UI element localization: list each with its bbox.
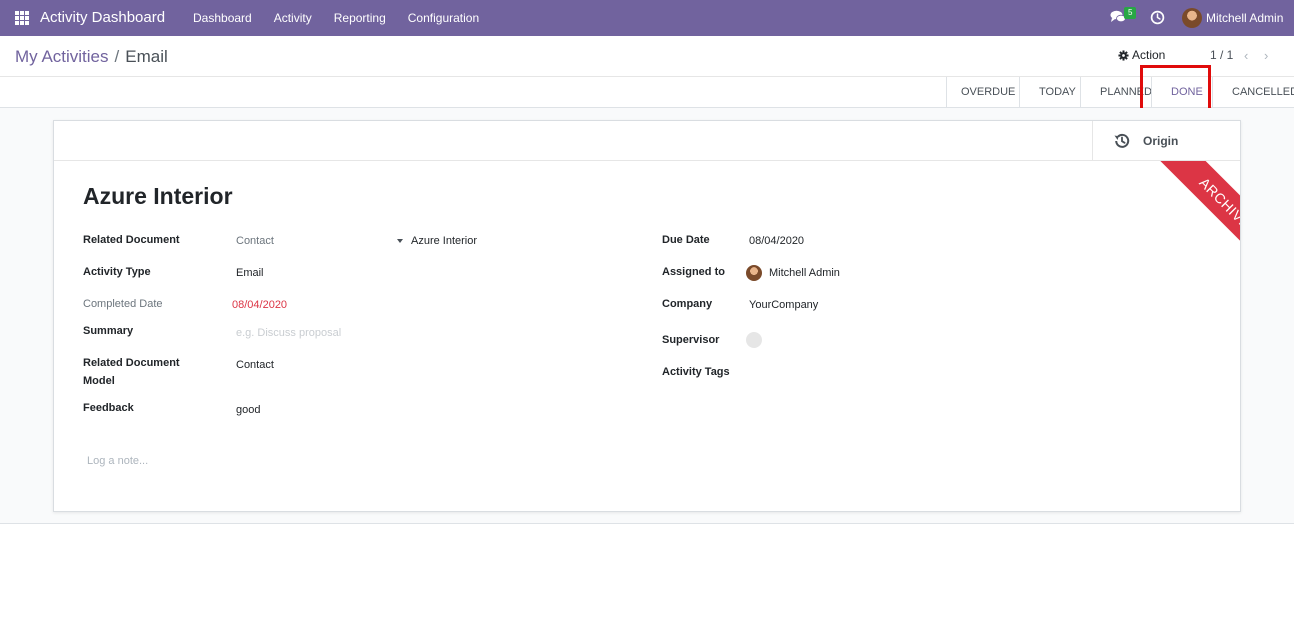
stage-today[interactable]: TODAY bbox=[1019, 77, 1080, 107]
chat-counter-badge: 5 bbox=[1124, 7, 1137, 19]
pager-previous-icon[interactable]: ‹ bbox=[1244, 48, 1248, 63]
related-document-model-label-line1: Related Document bbox=[83, 357, 180, 369]
menu-item-configuration[interactable]: Configuration bbox=[397, 0, 490, 36]
history-icon bbox=[1114, 133, 1130, 148]
record-title: Azure Interior bbox=[83, 183, 233, 209]
menu-item-dashboard[interactable]: Dashboard bbox=[182, 0, 263, 36]
pager-next-icon[interactable]: › bbox=[1264, 48, 1268, 63]
related-document-label: Related Document bbox=[83, 234, 180, 246]
breadcrumb: My Activities / Email bbox=[15, 47, 168, 67]
control-panel: My Activities / Email Action 1 / 1 ‹ › bbox=[0, 36, 1294, 77]
activity-type-value[interactable]: Email bbox=[236, 264, 264, 282]
user-avatar[interactable] bbox=[1182, 8, 1202, 28]
supervisor-avatar[interactable] bbox=[746, 332, 762, 348]
form-sheet: Origin ARCHIVED Azure Interior Related D… bbox=[53, 120, 1241, 512]
breadcrumb-current: Email bbox=[125, 47, 168, 66]
stage-cancelled[interactable]: CANCELLED bbox=[1212, 77, 1294, 107]
company-label: Company bbox=[662, 298, 713, 310]
action-menu-button[interactable]: Action bbox=[1118, 48, 1165, 62]
activity-tags-label: Activity Tags bbox=[662, 366, 730, 378]
company-value[interactable]: YourCompany bbox=[749, 296, 818, 314]
breadcrumb-separator: / bbox=[114, 47, 120, 66]
summary-label: Summary bbox=[83, 325, 134, 337]
gear-icon bbox=[1118, 49, 1129, 61]
assigned-to-value[interactable]: Mitchell Admin bbox=[769, 264, 840, 282]
feedback-value[interactable]: good bbox=[236, 401, 260, 419]
supervisor-label: Supervisor bbox=[662, 334, 720, 346]
user-menu-name[interactable]: Mitchell Admin bbox=[1206, 11, 1283, 25]
activity-type-label: Activity Type bbox=[83, 266, 151, 278]
clock-icon[interactable] bbox=[1150, 10, 1165, 25]
statusbar: OVERDUE TODAY PLANNED DONE CANCELLED bbox=[946, 77, 1294, 107]
apps-grid-icon[interactable] bbox=[15, 11, 29, 25]
action-label: Action bbox=[1132, 48, 1166, 62]
stage-overdue[interactable]: OVERDUE bbox=[946, 77, 1019, 107]
button-box: Origin bbox=[54, 121, 1240, 161]
completed-date-label: Completed Date bbox=[83, 298, 163, 310]
menu-item-activity[interactable]: Activity bbox=[263, 0, 323, 36]
due-date-value[interactable]: 08/04/2020 bbox=[749, 232, 804, 250]
stage-planned[interactable]: PLANNED bbox=[1080, 77, 1152, 107]
related-document-model-value[interactable]: Contact bbox=[236, 356, 274, 374]
top-navbar: Activity Dashboard Dashboard Activity Re… bbox=[0, 0, 1294, 36]
related-document-model-label-line2: Model bbox=[83, 375, 115, 387]
chevron-down-icon[interactable] bbox=[397, 239, 403, 243]
related-document-model-select[interactable]: Contact bbox=[236, 232, 274, 250]
log-note-input[interactable]: Log a note... bbox=[87, 452, 148, 470]
archived-ribbon-text: ARCHIVED bbox=[1136, 161, 1240, 300]
stage-done[interactable]: DONE bbox=[1151, 77, 1212, 107]
feedback-label: Feedback bbox=[83, 402, 134, 414]
pager-value[interactable]: 1 / 1 bbox=[1210, 48, 1233, 62]
due-date-label: Due Date bbox=[662, 234, 710, 246]
origin-button[interactable]: Origin bbox=[1092, 121, 1240, 161]
breadcrumb-parent-link[interactable]: My Activities bbox=[15, 47, 109, 66]
archived-ribbon: ARCHIVED bbox=[1104, 161, 1240, 301]
related-document-record[interactable]: Azure Interior bbox=[411, 232, 477, 250]
menu-item-reporting[interactable]: Reporting bbox=[323, 0, 397, 36]
main-menu: Dashboard Activity Reporting Configurati… bbox=[182, 0, 490, 36]
assignee-avatar bbox=[746, 265, 762, 281]
app-title[interactable]: Activity Dashboard bbox=[40, 9, 165, 26]
assigned-to-label: Assigned to bbox=[662, 266, 725, 278]
origin-label: Origin bbox=[1143, 134, 1179, 148]
summary-input[interactable]: e.g. Discuss proposal bbox=[236, 324, 341, 342]
statusbar-row: OVERDUE TODAY PLANNED DONE CANCELLED bbox=[0, 77, 1294, 108]
completed-date-value[interactable]: 08/04/2020 bbox=[232, 296, 287, 314]
